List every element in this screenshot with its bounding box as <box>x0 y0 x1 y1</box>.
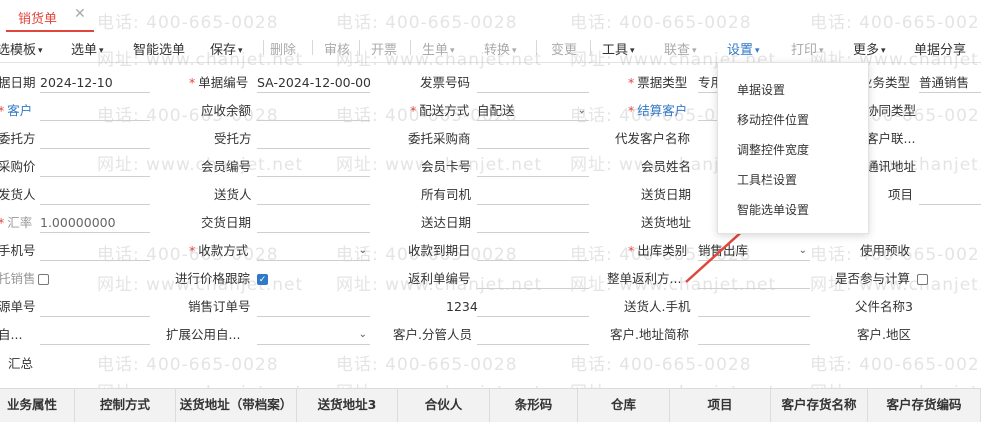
menu-item[interactable]: 移动控件位置 <box>737 111 809 128</box>
settings-dropdown-menu: 单据设置移动控件位置 调整控件宽度 工具栏设置智能选单设置 <box>717 62 869 234</box>
menu-item[interactable]: 工具栏设置 <box>737 171 797 188</box>
menu-item[interactable]: 智能选单设置 <box>737 201 809 218</box>
menu-item[interactable]: 单据设置 <box>737 81 785 98</box>
menu-item[interactable]: 调整控件宽度 <box>737 141 809 158</box>
